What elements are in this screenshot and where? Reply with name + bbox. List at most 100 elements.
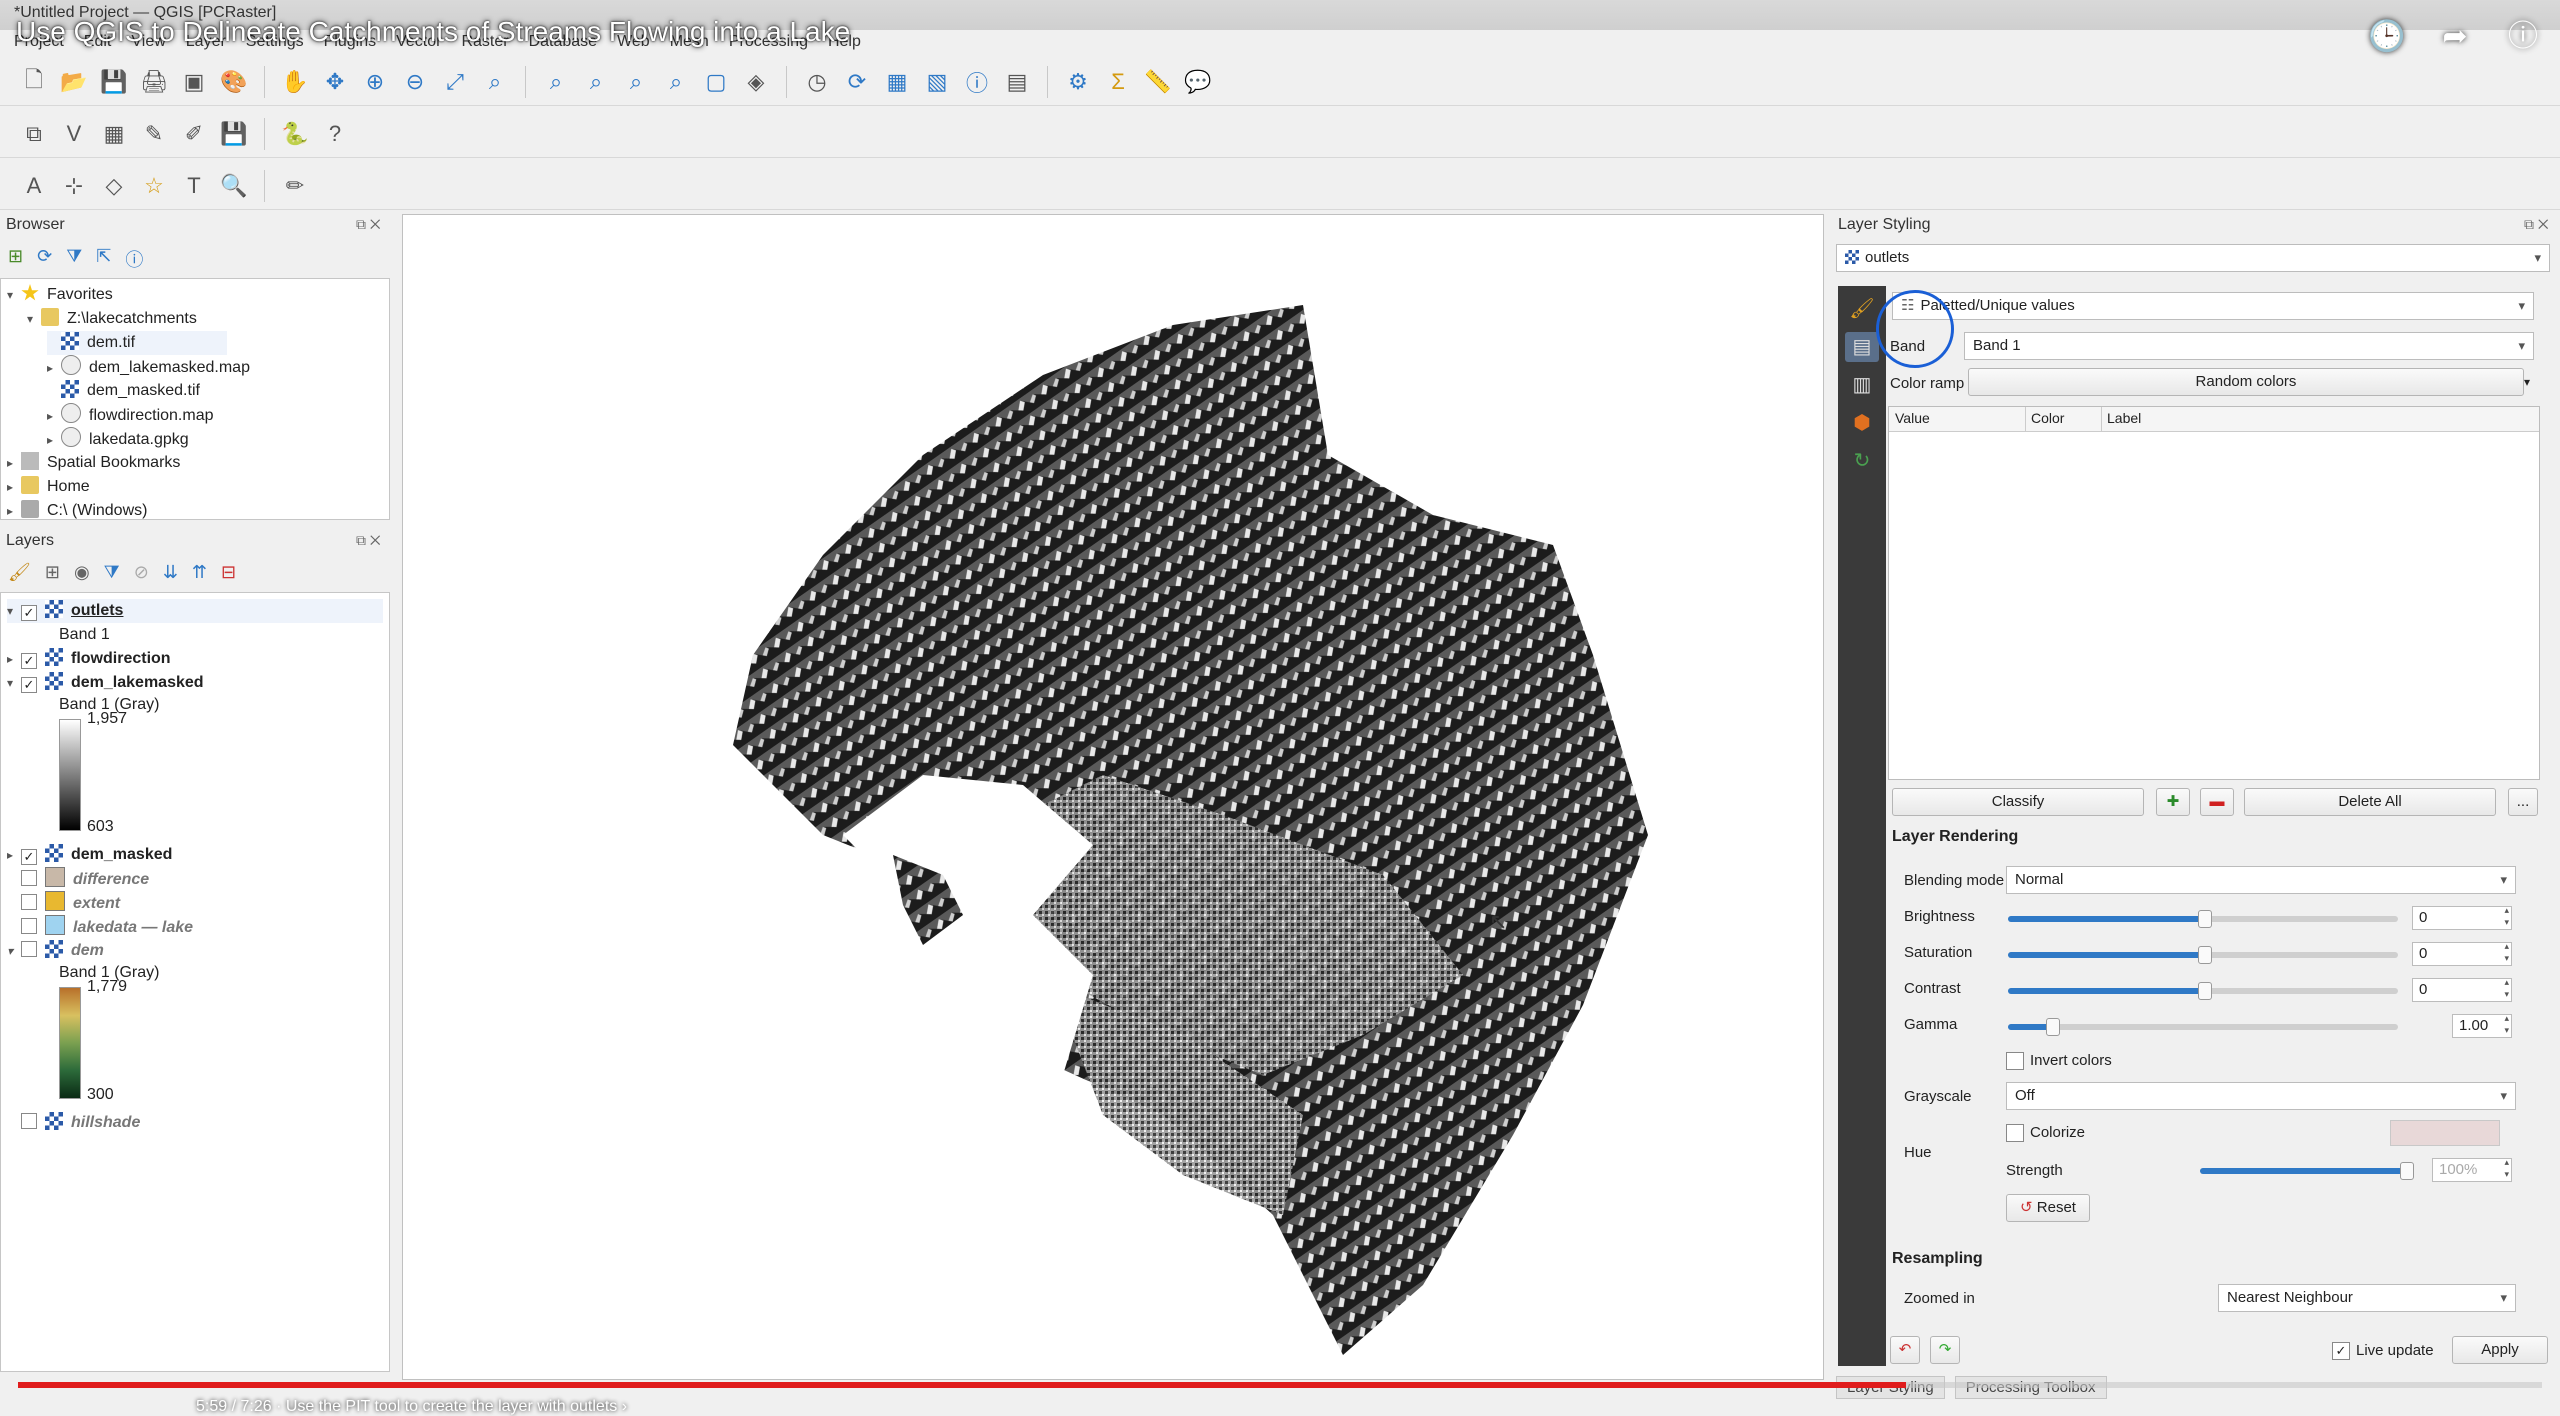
layout-manager-icon[interactable]: ▣ [178, 66, 210, 98]
pan-to-selection-icon[interactable]: ✥ [319, 66, 351, 98]
expand-arrow-icon[interactable]: ▸ [47, 428, 61, 452]
save-edits-icon[interactable]: 💾 [218, 118, 250, 150]
deselect-icon[interactable]: ▧ [921, 66, 953, 98]
browser-panel-buttons[interactable]: ⧉ ✕ [356, 216, 381, 233]
strength-spinbox[interactable]: 100% [2432, 1156, 2512, 1182]
blending-select[interactable]: Normal [2006, 866, 2516, 894]
remove-layer-icon[interactable]: ⊟ [221, 562, 236, 583]
add-selected-icon[interactable]: ⊞ [8, 246, 23, 272]
new-project-icon[interactable]: 🗋 [18, 66, 50, 98]
layer-extent[interactable]: extent [7, 891, 120, 915]
expand-arrow-icon[interactable]: ▾ [7, 283, 21, 307]
symbology-brush-icon[interactable]: 🖌 [1845, 294, 1879, 324]
expand-arrow-icon[interactable]: ▸ [47, 404, 61, 428]
style-manager-icon[interactable]: ⬢ [1845, 408, 1879, 438]
strength-slider[interactable] [2200, 1162, 2414, 1180]
gamma-slider[interactable] [2008, 1018, 2398, 1036]
properties-icon[interactable]: ⓘ [125, 246, 143, 272]
pan-icon[interactable]: ✋ [279, 66, 311, 98]
text-icon[interactable]: T [178, 170, 210, 202]
refresh-icon[interactable]: ⟳ [37, 246, 52, 272]
browser-item[interactable]: dem_masked.tif [47, 379, 200, 403]
pin-icon[interactable]: ⊹ [58, 170, 90, 202]
style-manager-icon[interactable]: 🎨 [218, 66, 250, 98]
redo-style-icon[interactable]: ↷ [1930, 1336, 1960, 1364]
sum-icon[interactable]: Σ [1102, 66, 1134, 98]
layer-flowdirection[interactable]: ▸ ✓ flowdirection [7, 647, 171, 671]
zoom-last-icon[interactable]: ⌕ [620, 66, 652, 98]
browser-item[interactable]: ▸ C:\ (Windows) [7, 499, 147, 523]
browser-item[interactable]: dem.tif [47, 331, 227, 355]
add-layer-icon[interactable]: ⧉ [18, 118, 50, 150]
styling-panel-buttons[interactable]: ⧉ ✕ [2524, 216, 2549, 233]
color-ramp-button[interactable]: Random colors [1968, 368, 2524, 396]
measure-icon[interactable]: 📏 [1142, 66, 1174, 98]
browser-item[interactable]: ▸ Spatial Bookmarks [7, 451, 180, 475]
new-map-view-icon[interactable]: ▢ [700, 66, 732, 98]
digitize-icon[interactable]: ✎ [138, 118, 170, 150]
browser-item[interactable]: ▾ Favorites [7, 283, 113, 307]
toolbox-gear-icon[interactable]: ⚙ [1062, 66, 1094, 98]
layer-visibility-checkbox[interactable]: ✓ [21, 677, 37, 693]
style-brush-icon[interactable]: 🖌 [8, 562, 31, 583]
open-project-icon[interactable]: 📂 [58, 66, 90, 98]
remove-class-icon[interactable]: ▬ [2200, 788, 2234, 816]
layers-panel-buttons[interactable]: ⧉ ✕ [356, 532, 381, 549]
layer-outlets[interactable]: ▾ ✓ outlets [7, 599, 383, 623]
print-layout-icon[interactable]: 🖨 [138, 66, 170, 98]
band-select[interactable]: Band 1 [1964, 332, 2534, 360]
delete-all-button[interactable]: Delete All [2244, 788, 2496, 816]
identify-icon[interactable]: ⓘ [961, 66, 993, 98]
live-update-checkbox[interactable]: ✓ [2332, 1342, 2350, 1360]
layer-visibility-checkbox[interactable] [21, 941, 37, 957]
color-ramp-dropdown-icon[interactable]: ▾ [2524, 368, 2538, 396]
colorize-checkbox[interactable] [2006, 1124, 2024, 1142]
layer-visibility-checkbox[interactable] [21, 1113, 37, 1129]
layer-visibility-checkbox[interactable]: ✓ [21, 849, 37, 865]
add-group-icon[interactable]: ⊞ [45, 562, 60, 583]
expand-arrow-icon[interactable]: ▸ [7, 451, 21, 475]
histogram-icon[interactable]: ▥ [1845, 370, 1879, 400]
browser-item[interactable]: ▸ flowdirection.map [47, 403, 214, 427]
layer-select[interactable]: outlets [1836, 244, 2550, 272]
zoom-layer-icon[interactable]: ⌕ [540, 66, 572, 98]
brightness-slider[interactable] [2008, 910, 2398, 928]
zoom-native-icon[interactable]: ⌕ [580, 66, 612, 98]
select-icon[interactable]: ▦ [881, 66, 913, 98]
new-3d-view-icon[interactable]: ◈ [740, 66, 772, 98]
help-icon[interactable]: ? [319, 118, 351, 150]
layer-lakedata[interactable]: lakedata — lake [7, 915, 193, 939]
node-icon[interactable]: ◇ [98, 170, 130, 202]
label-icon[interactable]: A [18, 170, 50, 202]
layer-visibility-checkbox[interactable] [21, 870, 37, 886]
gamma-spinbox[interactable]: 1.00 [2452, 1012, 2512, 1038]
browser-item[interactable]: ▾ Z:\lakecatchments [27, 307, 197, 331]
layer-dem-masked[interactable]: ▸ ✓ dem_masked [7, 843, 172, 867]
share-icon[interactable]: ➦ [2436, 18, 2474, 56]
expand-arrow-icon[interactable]: ▸ [47, 356, 61, 380]
add-raster-icon[interactable]: ▦ [98, 118, 130, 150]
layer-visibility-checkbox[interactable]: ✓ [21, 653, 37, 669]
temporal-icon[interactable]: ◷ [801, 66, 833, 98]
contrast-spinbox[interactable]: 0 [2412, 976, 2512, 1002]
history-icon[interactable]: ↻ [1845, 446, 1879, 476]
pencil-icon[interactable]: ✏ [279, 170, 311, 202]
browser-item[interactable]: ▸ lakedata.gpkg [47, 427, 189, 451]
save-project-icon[interactable]: 💾 [98, 66, 130, 98]
saturation-slider[interactable] [2008, 946, 2398, 964]
zoom-in-icon[interactable]: ⊕ [359, 66, 391, 98]
browser-item[interactable]: ▸ Home [7, 475, 90, 499]
zoom-full-icon[interactable]: ⤢ [439, 66, 471, 98]
classify-button[interactable]: Classify [1892, 788, 2144, 816]
refresh-icon[interactable]: ⟳ [841, 66, 873, 98]
python-icon[interactable]: 🐍 [279, 118, 311, 150]
contrast-slider[interactable] [2008, 982, 2398, 1000]
layer-dem-lakemasked[interactable]: ▾ ✓ dem_lakemasked [7, 671, 204, 695]
layer-visibility-checkbox[interactable]: ✓ [21, 605, 37, 621]
star-icon[interactable]: ☆ [138, 170, 170, 202]
annotation-icon[interactable]: 💬 [1182, 66, 1214, 98]
collapse-all-icon[interactable]: ⇈ [192, 562, 207, 583]
brightness-spinbox[interactable]: 0 [2412, 904, 2512, 930]
zoom-tool-icon[interactable]: 🔍 [218, 170, 250, 202]
renderer-select[interactable]: ☷ Paletted/Unique values [1892, 292, 2534, 320]
